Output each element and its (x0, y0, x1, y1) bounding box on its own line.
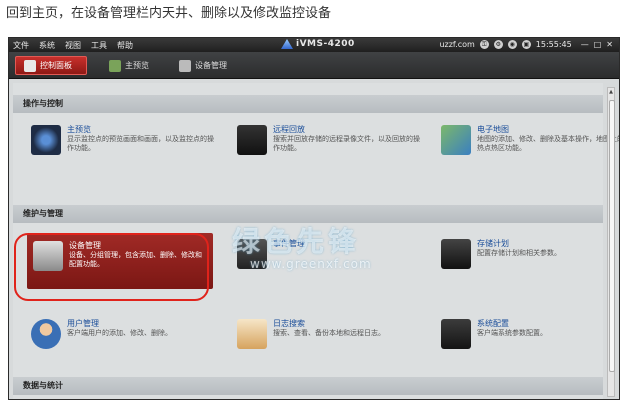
item-e-map[interactable]: 电子地图 地图的添加、修改、删除及基本操作，地图上的热点热区功能。 (441, 121, 620, 169)
vertical-scrollbar[interactable]: ▲ (607, 87, 615, 397)
item-desc: 搜索、查看、备份本地和远程日志。 (273, 329, 385, 337)
item-title: 远程回放 (273, 125, 305, 134)
item-desc: 配置存储计划和相关参数。 (477, 249, 561, 257)
item-title: 用户管理 (67, 319, 99, 328)
item-title: 系统配置 (477, 319, 509, 328)
item-user-manage[interactable]: 用户管理 客户端用户的添加、修改、删除。 (31, 315, 216, 363)
logo-icon (281, 39, 293, 49)
system-tray: uzzf.com ⚿ ⚙ ◉ ▣ 15:55:45 — □ ✕ (439, 40, 613, 49)
settings-icon[interactable]: ⚙ (493, 40, 503, 49)
system-config-icon (441, 319, 471, 349)
item-system-config[interactable]: 系统配置 客户端系统参数配置。 (441, 315, 619, 363)
tray-time: 15:55:45 (535, 40, 572, 49)
tray-user: uzzf.com (439, 40, 475, 49)
item-remote-playback[interactable]: 远程回放 搜索并回放存储的远程录像文件，以及回放的操作功能。 (237, 121, 422, 169)
map-icon (441, 125, 471, 155)
preview-icon (109, 59, 121, 72)
item-desc: 客户端系统参数配置。 (477, 329, 547, 337)
scroll-up-icon[interactable]: ▲ (608, 88, 614, 96)
device-icon (179, 59, 191, 72)
control-panel-icon (24, 59, 36, 72)
item-desc: 搜索并回放存储的远程录像文件，以及回放的操作功能。 (273, 135, 420, 152)
maximize-icon[interactable]: □ (594, 40, 602, 49)
lock-icon[interactable]: ⚿ (479, 40, 489, 49)
menu-view[interactable]: 视图 (65, 40, 81, 51)
scroll-thumb[interactable] (609, 100, 615, 372)
item-title: 主预览 (67, 125, 91, 134)
app-window: 文件 系统 视图 工具 帮助 iVMS-4200 uzzf.com ⚿ ⚙ ◉ … (8, 37, 620, 400)
item-title: 存储计划 (477, 239, 509, 248)
watermark-url: www.greenxf.com (250, 257, 372, 271)
item-title: 电子地图 (477, 125, 509, 134)
app-logo: iVMS-4200 (281, 39, 355, 49)
section-operation: 操作与控制 (13, 95, 603, 113)
tab-label: 设备管理 (195, 61, 227, 70)
tab-label: 控制面板 (40, 61, 72, 70)
tab-preview[interactable]: 主预览 (101, 56, 165, 75)
caption-text: 回到主页，在设备管理栏内天井、删除以及修改监控设备 (6, 6, 332, 21)
playback-icon (237, 125, 267, 155)
item-log-search[interactable]: 日志搜索 搜索、查看、备份本地和远程日志。 (237, 315, 422, 363)
app-title: iVMS-4200 (296, 39, 355, 49)
item-desc: 地图的添加、修改、删除及基本操作，地图上的热点热区功能。 (477, 135, 620, 152)
close-icon[interactable]: ✕ (606, 40, 613, 49)
user-icon (31, 319, 61, 349)
log-icon (237, 319, 267, 349)
status-icon[interactable]: ◉ (507, 40, 517, 49)
tab-bar: 控制面板 主预览 设备管理 (9, 52, 619, 79)
minimize-icon[interactable]: — (581, 40, 589, 49)
item-main-preview[interactable]: 主预览 显示监控点的预览画面和画面，以及监控点的操作功能。 (31, 121, 216, 169)
section-data-stats: 数据与统计 (13, 377, 603, 395)
item-desc: 客户端用户的添加、修改、删除。 (67, 329, 172, 337)
storage-icon (441, 239, 471, 269)
item-storage-plan[interactable]: 存储计划 配置存储计划和相关参数。 (441, 235, 619, 283)
highlight-annotation (14, 233, 209, 301)
tab-control-panel[interactable]: 控制面板 (15, 56, 87, 75)
tab-device-manage[interactable]: 设备管理 (171, 56, 251, 75)
menu-file[interactable]: 文件 (13, 40, 29, 51)
camera-lens-icon (31, 125, 61, 155)
item-desc: 显示监控点的预览画面和画面，以及监控点的操作功能。 (67, 135, 214, 152)
menu-bar: 文件 系统 视图 工具 帮助 iVMS-4200 uzzf.com ⚿ ⚙ ◉ … (9, 38, 619, 52)
tab-label: 主预览 (125, 61, 149, 70)
menu-tools[interactable]: 工具 (91, 40, 107, 51)
menu-system[interactable]: 系统 (39, 40, 55, 51)
cpu-icon[interactable]: ▣ (521, 40, 531, 49)
item-title: 日志搜索 (273, 319, 305, 328)
menu-help[interactable]: 帮助 (117, 40, 133, 51)
watermark-text: 绿色先锋 (232, 225, 361, 258)
